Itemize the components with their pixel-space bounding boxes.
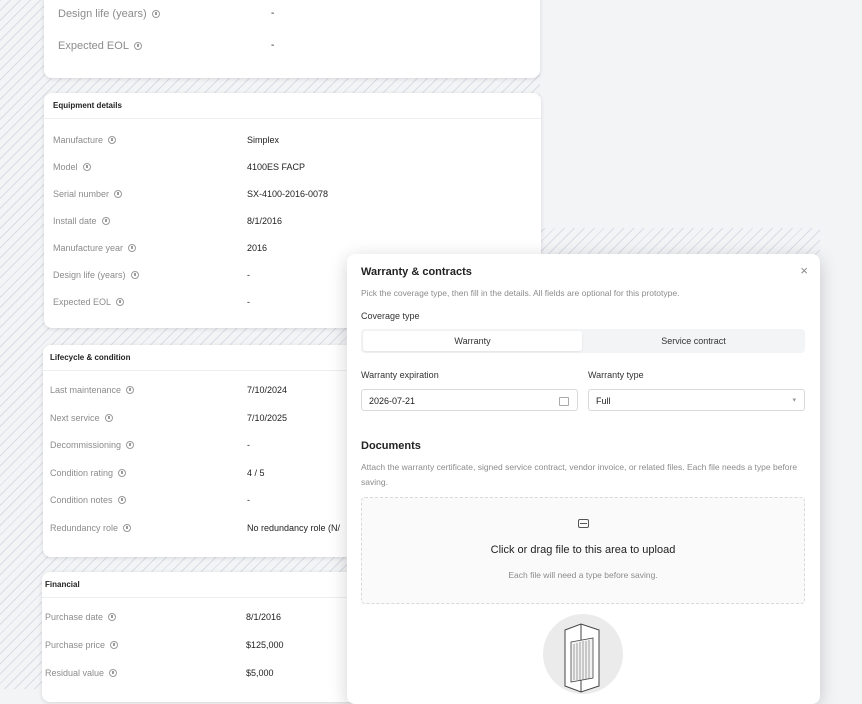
field-label: Redundancy role bbox=[50, 523, 119, 533]
coverage-option-service-contract[interactable]: Service contract bbox=[584, 331, 803, 351]
field-value: 8/1/2016 bbox=[246, 612, 282, 622]
field-value: - bbox=[247, 297, 250, 307]
info-icon[interactable] bbox=[133, 42, 142, 50]
field-value: - bbox=[271, 8, 275, 19]
field-value: Simplex bbox=[247, 135, 280, 145]
warranty-expiration-value: 2026-07-21 bbox=[369, 396, 416, 406]
info-icon[interactable] bbox=[114, 190, 123, 198]
coverage-type-toggle: Warranty Service contract bbox=[361, 329, 805, 353]
upload-sub-text: Each file will need a type before saving… bbox=[508, 570, 658, 580]
field-value: - bbox=[247, 270, 250, 280]
field-value: 2016 bbox=[247, 243, 268, 253]
info-icon[interactable] bbox=[101, 217, 110, 225]
upload-main-text: Click or drag file to this area to uploa… bbox=[490, 544, 676, 556]
detail-row: Install date 8/1/2016 bbox=[44, 216, 541, 236]
info-icon[interactable] bbox=[104, 414, 113, 422]
field-value: No redundancy role (N/ bbox=[247, 523, 341, 533]
info-icon[interactable] bbox=[109, 669, 118, 677]
field-label: Purchase date bbox=[45, 612, 104, 622]
info-icon[interactable] bbox=[130, 271, 139, 279]
documents-title: Documents bbox=[361, 440, 421, 452]
top-card: Design life (years) - Expected EOL - bbox=[44, 0, 540, 78]
warranty-expiration-label: Warranty expiration bbox=[361, 370, 439, 380]
field-label: Expected EOL bbox=[58, 40, 129, 52]
building-icon bbox=[564, 623, 600, 693]
documents-subtitle: Attach the warranty certificate, signed … bbox=[361, 462, 798, 487]
coverage-type-label: Coverage type bbox=[361, 311, 420, 321]
warranty-expiration-input[interactable]: 2026-07-21 bbox=[361, 389, 578, 411]
info-icon[interactable] bbox=[82, 163, 91, 171]
field-label: Manufacture bbox=[53, 135, 104, 145]
field-label: Residual value bbox=[45, 668, 105, 678]
empty-state-illustration bbox=[543, 614, 623, 694]
field-value: $125,000 bbox=[246, 640, 284, 650]
field-label: Manufacture year bbox=[53, 243, 124, 253]
field-label: Design life (years) bbox=[53, 270, 126, 280]
field-value: 7/10/2025 bbox=[247, 413, 288, 423]
warranty-type-value: Full bbox=[596, 396, 611, 406]
info-icon[interactable] bbox=[151, 10, 160, 18]
field-value: $5,000 bbox=[246, 668, 274, 678]
detail-row: Manufacture Simplex bbox=[44, 135, 541, 155]
info-icon[interactable] bbox=[117, 496, 126, 504]
field-value: 8/1/2016 bbox=[247, 216, 283, 226]
info-icon[interactable] bbox=[108, 613, 117, 621]
file-upload-dropzone[interactable]: Click or drag file to this area to uploa… bbox=[361, 497, 805, 604]
info-icon[interactable] bbox=[128, 244, 137, 252]
field-label: Model bbox=[53, 162, 78, 172]
info-icon[interactable] bbox=[110, 641, 119, 649]
calendar-icon[interactable] bbox=[559, 397, 569, 406]
field-label: Last maintenance bbox=[50, 385, 122, 395]
field-label: Condition notes bbox=[50, 495, 113, 505]
field-value: - bbox=[271, 40, 275, 51]
info-icon[interactable] bbox=[123, 524, 132, 532]
field-value: SX-4100-2016-0078 bbox=[247, 189, 329, 199]
detail-row: Design life (years) - bbox=[44, 8, 540, 28]
modal-title: Warranty & contracts bbox=[361, 266, 472, 278]
field-label: Serial number bbox=[53, 189, 110, 199]
close-icon[interactable]: × bbox=[800, 263, 808, 278]
field-value: 4 / 5 bbox=[247, 468, 265, 478]
inbox-icon bbox=[578, 519, 589, 528]
detail-row: Model 4100ES FACP bbox=[44, 162, 541, 182]
coverage-option-warranty[interactable]: Warranty bbox=[363, 331, 582, 351]
modal-subtitle: Pick the coverage type, then fill in the… bbox=[361, 288, 680, 298]
chevron-down-icon: ▾ bbox=[792, 397, 796, 404]
info-icon[interactable] bbox=[108, 136, 117, 144]
warranty-type-select[interactable]: Full ▾ bbox=[588, 389, 805, 411]
field-label: Expected EOL bbox=[53, 297, 112, 307]
card-title: Equipment details bbox=[44, 93, 541, 119]
field-value: - bbox=[247, 440, 250, 450]
field-label: Decommissioning bbox=[50, 440, 122, 450]
field-value: - bbox=[247, 495, 250, 505]
warranty-type-label: Warranty type bbox=[588, 370, 644, 380]
field-value: 7/10/2024 bbox=[247, 385, 288, 395]
detail-row: Serial number SX-4100-2016-0078 bbox=[44, 189, 541, 209]
detail-row: Expected EOL - bbox=[44, 40, 540, 60]
field-value: 4100ES FACP bbox=[247, 162, 306, 172]
background-clear-area bbox=[540, 0, 862, 228]
field-label: Purchase price bbox=[45, 640, 106, 650]
info-icon[interactable] bbox=[118, 469, 127, 477]
field-label: Next service bbox=[50, 413, 100, 423]
background-clear-area-lower bbox=[820, 228, 862, 689]
info-icon[interactable] bbox=[126, 441, 135, 449]
info-icon[interactable] bbox=[126, 386, 135, 394]
field-label: Install date bbox=[53, 216, 97, 226]
info-icon[interactable] bbox=[116, 298, 125, 306]
field-label: Condition rating bbox=[50, 468, 114, 478]
warranty-modal: Warranty & contracts × Pick the coverage… bbox=[347, 254, 820, 704]
field-label: Design life (years) bbox=[58, 8, 147, 20]
